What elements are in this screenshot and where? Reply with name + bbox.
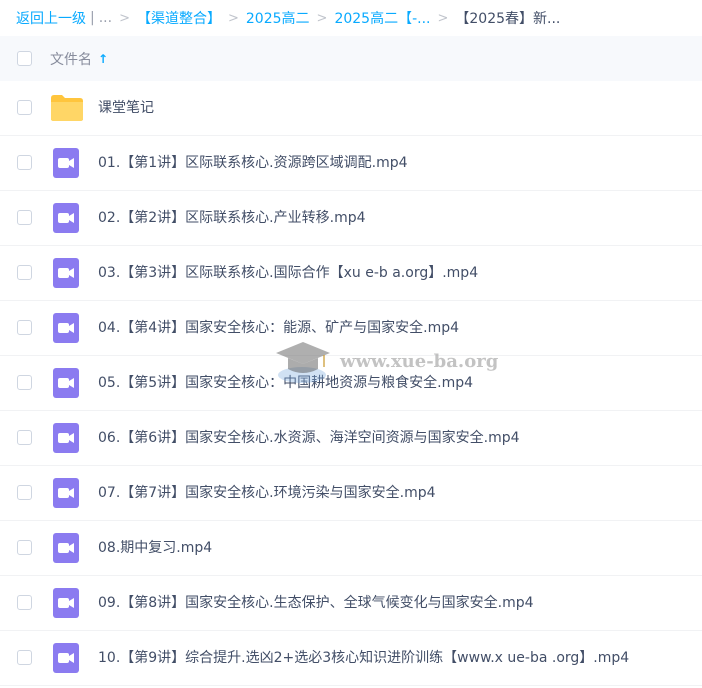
video-file-icon[interactable]	[50, 533, 84, 563]
video-file-icon[interactable]	[50, 423, 84, 453]
breadcrumb-divider: |	[90, 10, 95, 26]
file-name[interactable]: 09.【第8讲】国家安全核心.生态保护、全球气候变化与国家安全.mp4	[98, 576, 534, 631]
video-file-icon[interactable]	[50, 203, 84, 233]
file-name[interactable]: 课堂笔记	[98, 81, 154, 136]
sort-ascending-icon[interactable]: ↑	[98, 52, 108, 66]
breadcrumb-current: 【2025春】新...	[455, 11, 561, 27]
file-row[interactable]: 课堂笔记	[0, 81, 702, 136]
file-name[interactable]: 04.【第4讲】国家安全核心：能源、矿产与国家安全.mp4	[98, 301, 459, 356]
row-checkbox[interactable]	[17, 155, 32, 170]
file-name[interactable]: 10.【第9讲】综合提升.选凶2+选必3核心知识进阶训练【www.x ue-ba…	[98, 631, 629, 686]
row-checkbox[interactable]	[17, 320, 32, 335]
video-file-icon[interactable]	[50, 148, 84, 178]
video-file-icon[interactable]	[50, 478, 84, 508]
file-name[interactable]: 05.【第5讲】国家安全核心：中国耕地资源与粮食安全.mp4	[98, 356, 473, 411]
breadcrumb-ellipsis[interactable]: ...	[99, 10, 112, 26]
row-checkbox[interactable]	[17, 485, 32, 500]
file-row[interactable]: 03.【第3讲】区际联系核心.国际合作【xu e-b a.org】.mp4	[0, 246, 702, 301]
breadcrumb-item-channel[interactable]: 【渠道整合】	[137, 8, 221, 28]
file-row[interactable]: 04.【第4讲】国家安全核心：能源、矿产与国家安全.mp4	[0, 301, 702, 356]
breadcrumb-item-grade[interactable]: 2025高二	[246, 8, 310, 28]
row-checkbox[interactable]	[17, 265, 32, 280]
file-list: 课堂笔记 01.【第1讲】区际联系核心.资源跨区域调配.mp4 02.【第2讲】区际…	[0, 81, 702, 686]
file-row[interactable]: 06.【第6讲】国家安全核心.水资源、海洋空间资源与国家安全.mp4	[0, 411, 702, 466]
video-file-icon[interactable]	[50, 313, 84, 343]
file-name[interactable]: 08.期中复习.mp4	[98, 521, 212, 576]
breadcrumb-item-grade-sub[interactable]: 2025高二【-...	[334, 8, 430, 28]
back-link[interactable]: 返回上一级	[16, 8, 86, 28]
row-checkbox[interactable]	[17, 540, 32, 555]
select-all-checkbox[interactable]	[17, 51, 32, 66]
row-checkbox[interactable]	[17, 595, 32, 610]
file-row[interactable]: 10.【第9讲】综合提升.选凶2+选必3核心知识进阶训练【www.x ue-ba…	[0, 631, 702, 686]
file-name[interactable]: 07.【第7讲】国家安全核心.环境污染与国家安全.mp4	[98, 466, 436, 521]
file-name[interactable]: 06.【第6讲】国家安全核心.水资源、海洋空间资源与国家安全.mp4	[98, 411, 520, 466]
filename-column-header[interactable]: 文件名 ↑	[50, 49, 108, 69]
row-checkbox[interactable]	[17, 210, 32, 225]
file-row[interactable]: 07.【第7讲】国家安全核心.环境污染与国家安全.mp4	[0, 466, 702, 521]
video-file-icon[interactable]	[50, 643, 84, 673]
file-row[interactable]: 08.期中复习.mp4	[0, 521, 702, 576]
breadcrumb-separator: >	[119, 10, 130, 26]
file-row[interactable]: 02.【第2讲】区际联系核心.产业转移.mp4	[0, 191, 702, 246]
row-checkbox[interactable]	[17, 430, 32, 445]
video-file-icon[interactable]	[50, 588, 84, 618]
folder-icon[interactable]	[50, 93, 84, 123]
file-list-header: 文件名 ↑	[0, 36, 702, 81]
breadcrumb: 返回上一级 | ... > 【渠道整合】 > 2025高二 > 2025高二【-…	[0, 0, 702, 36]
row-checkbox[interactable]	[17, 650, 32, 665]
video-file-icon[interactable]	[50, 258, 84, 288]
video-file-icon[interactable]	[50, 368, 84, 398]
file-name[interactable]: 03.【第3讲】区际联系核心.国际合作【xu e-b a.org】.mp4	[98, 246, 478, 301]
file-name[interactable]: 02.【第2讲】区际联系核心.产业转移.mp4	[98, 191, 366, 246]
file-row[interactable]: 01.【第1讲】区际联系核心.资源跨区域调配.mp4	[0, 136, 702, 191]
row-checkbox[interactable]	[17, 100, 32, 115]
file-row[interactable]: 09.【第8讲】国家安全核心.生态保护、全球气候变化与国家安全.mp4	[0, 576, 702, 631]
file-name[interactable]: 01.【第1讲】区际联系核心.资源跨区域调配.mp4	[98, 136, 408, 191]
breadcrumb-separator: >	[316, 10, 328, 26]
row-checkbox[interactable]	[17, 375, 32, 390]
filename-column-label: 文件名	[50, 52, 92, 68]
file-row[interactable]: 05.【第5讲】国家安全核心：中国耕地资源与粮食安全.mp4	[0, 356, 702, 411]
breadcrumb-separator: >	[437, 10, 449, 26]
breadcrumb-separator: >	[227, 10, 239, 26]
